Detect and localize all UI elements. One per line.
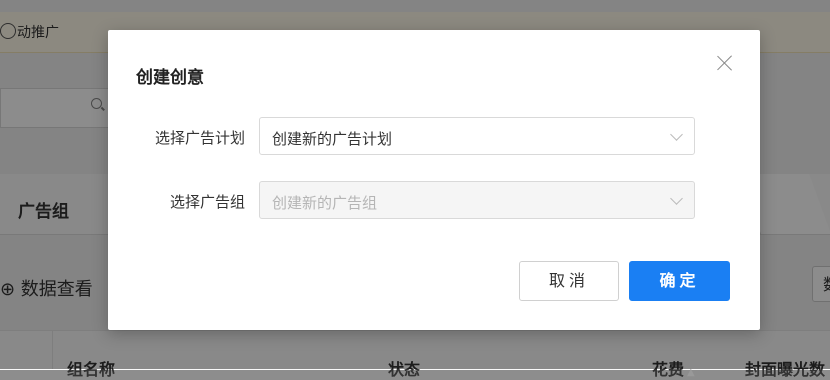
cancel-button[interactable]: 取消 <box>519 261 619 301</box>
group-select[interactable]: 创建新的广告组 <box>259 181 695 219</box>
group-label: 选择广告组 <box>169 193 245 211</box>
dialog-title: 创建创意 <box>136 68 204 88</box>
create-creative-dialog: 创建创意 选择广告计划 创建新的广告计划 选择广告组 创建新的广告组 取消 确定 <box>108 30 760 330</box>
chevron-down-icon <box>670 192 683 205</box>
plan-select[interactable]: 创建新的广告计划 <box>259 117 695 155</box>
confirm-button[interactable]: 确定 <box>629 261 730 301</box>
plan-select-value: 创建新的广告计划 <box>272 130 393 148</box>
group-select-value: 创建新的广告组 <box>272 194 378 212</box>
chevron-down-icon <box>670 128 683 141</box>
plan-label: 选择广告计划 <box>154 129 245 147</box>
close-icon[interactable] <box>714 52 736 74</box>
